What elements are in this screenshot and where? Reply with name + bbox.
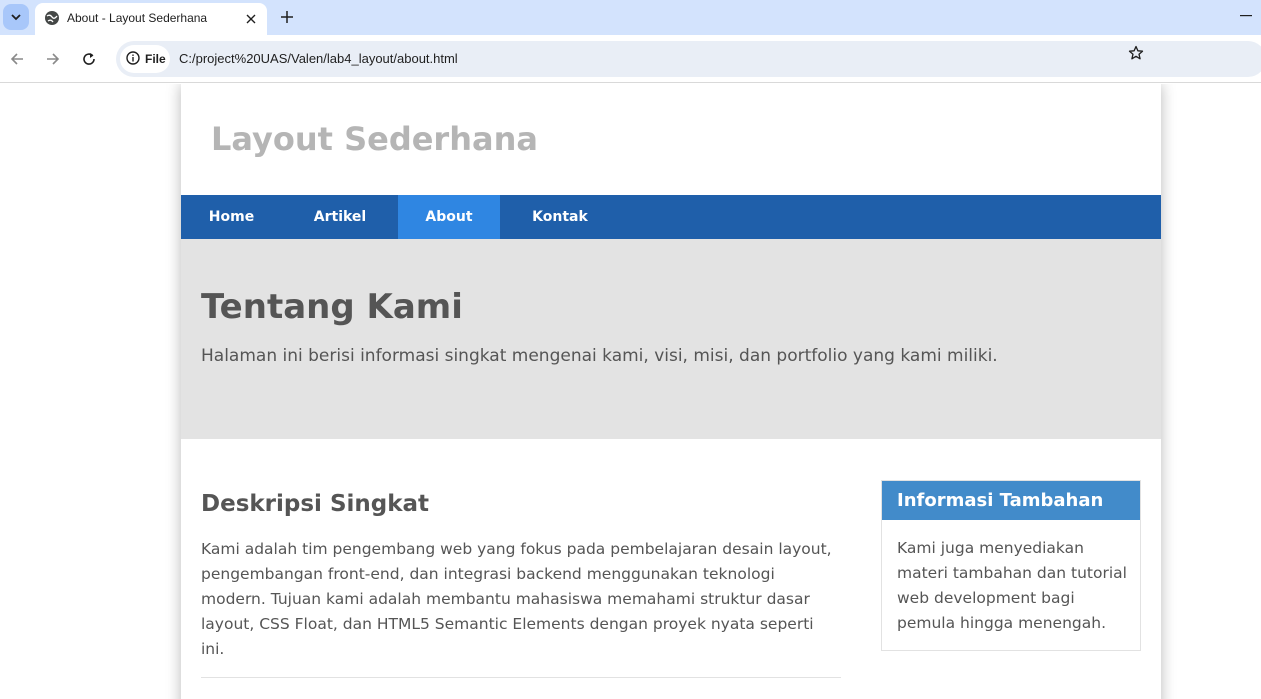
article-title: Deskripsi Singkat [201,491,430,517]
tab-search-icon[interactable] [3,4,29,30]
reload-icon[interactable] [77,47,101,71]
close-icon[interactable] [241,9,261,29]
content-area: Deskripsi Singkat Kami adalah tim pengem… [181,439,1161,699]
tab-title: About - Layout Sederhana [67,11,208,25]
url-text[interactable]: C:/project%20UAS/Valen/lab4_layout/about… [179,51,458,66]
site-title: Layout Sederhana [211,120,538,158]
hero-title: Tentang Kami [201,287,463,327]
nav-link-about[interactable]: About [398,195,500,239]
site-chip-label: File [145,52,166,66]
star-icon[interactable] [1126,43,1146,63]
article-text: Kami adalah tim pengembang web yang foku… [201,540,832,658]
nav-link-artikel[interactable]: Artikel [282,195,398,239]
divider [201,677,841,678]
page-viewport: Layout Sederhana Home Artikel About Kont… [0,84,1261,699]
address-bar[interactable]: File C:/project%20UAS/Valen/lab4_layout/… [116,41,1261,77]
site-info-chip[interactable]: File [120,45,170,73]
hero-section: Tentang Kami Halaman ini berisi informas… [181,239,1161,439]
plus-icon[interactable] [276,6,298,28]
browser-tab-strip: About - Layout Sederhana [0,0,1261,35]
site-header: Layout Sederhana [181,84,1161,195]
hero-text: Halaman ini berisi informasi singkat men… [201,346,998,366]
nav-link-home[interactable]: Home [181,195,282,239]
browser-toolbar: File C:/project%20UAS/Valen/lab4_layout/… [0,35,1261,83]
sidebar-widget: Informasi Tambahan Kami juga menyediakan… [881,480,1141,651]
browser-tab-active[interactable]: About - Layout Sederhana [35,3,267,35]
page-container: Layout Sederhana Home Artikel About Kont… [181,84,1161,699]
forward-arrow-icon[interactable] [41,47,65,71]
back-arrow-icon[interactable] [5,47,29,71]
minimize-icon[interactable] [1236,8,1256,24]
widget-text: Kami juga menyediakan materi tambahan da… [897,539,1127,632]
info-icon [126,50,140,69]
globe-icon [44,10,60,26]
nav-link-kontak[interactable]: Kontak [500,195,620,239]
widget-title: Informasi Tambahan [882,481,1140,520]
main-nav: Home Artikel About Kontak [181,195,1161,239]
